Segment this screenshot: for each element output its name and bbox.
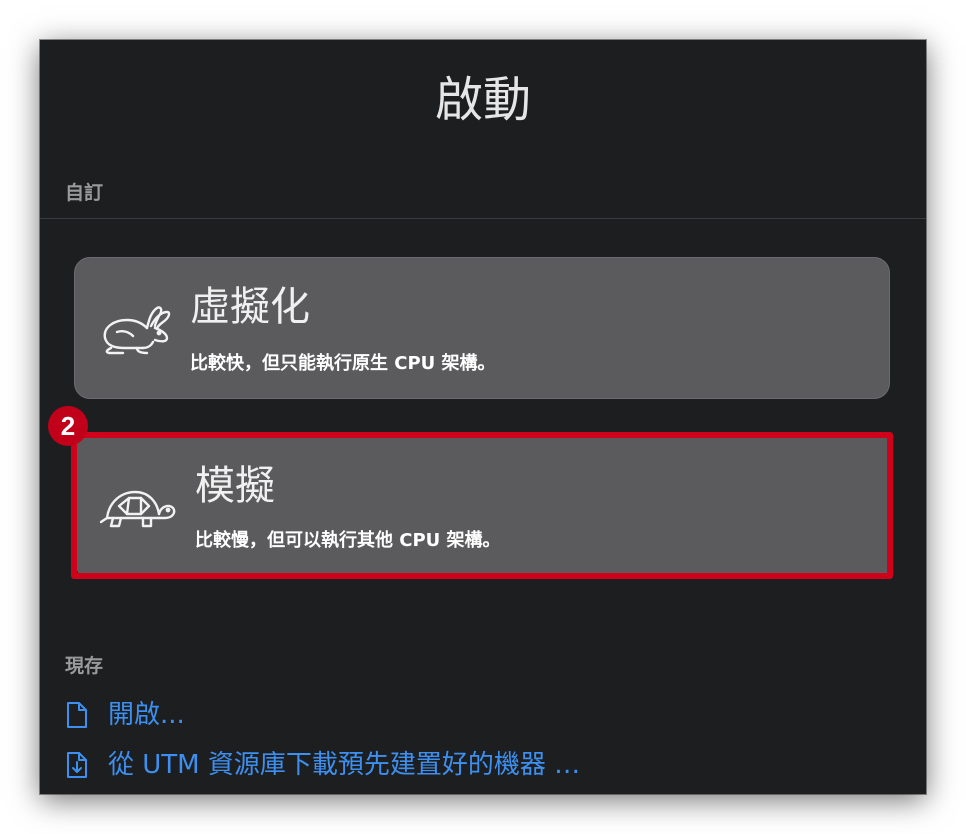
- rabbit-icon: [103, 306, 171, 355]
- window-title: 啟動: [434, 72, 531, 128]
- download-from-gallery-label: 從 UTM 資源庫下載預先建置好的機器 …: [108, 750, 581, 780]
- virtualize-title: 虛擬化: [190, 284, 310, 330]
- annotation-step-badge: 2: [48, 406, 88, 446]
- open-link[interactable]: 開啟...: [65, 698, 185, 732]
- document-icon: [67, 702, 87, 728]
- start-window: 啟動 自訂 虛擬化 比較快，但只能執行原生 CPU 架構。 模擬 比較慢，但可以…: [40, 40, 926, 794]
- document-download-icon: [67, 752, 87, 778]
- emulate-title: 模擬: [195, 463, 275, 509]
- download-from-gallery-link[interactable]: 從 UTM 資源庫下載預先建置好的機器 …: [65, 748, 580, 782]
- virtualize-option-button[interactable]: 虛擬化 比較快，但只能執行原生 CPU 架構。: [74, 257, 890, 399]
- section-divider: [40, 218, 926, 219]
- open-link-label: 開啟...: [108, 700, 185, 730]
- emulate-option-button[interactable]: 模擬 比較慢，但可以執行其他 CPU 架構。: [77, 436, 891, 574]
- emulate-description: 比較慢，但可以執行其他 CPU 架構。: [195, 530, 501, 551]
- turtle-icon: [99, 490, 176, 528]
- virtualize-description: 比較快，但只能執行原生 CPU 架構。: [190, 353, 496, 374]
- section-label-custom: 自訂: [65, 182, 104, 204]
- screenshot-stage: 啟動 自訂 虛擬化 比較快，但只能執行原生 CPU 架構。 模擬 比較慢，但可以…: [0, 0, 966, 834]
- section-label-existing: 現存: [65, 655, 104, 677]
